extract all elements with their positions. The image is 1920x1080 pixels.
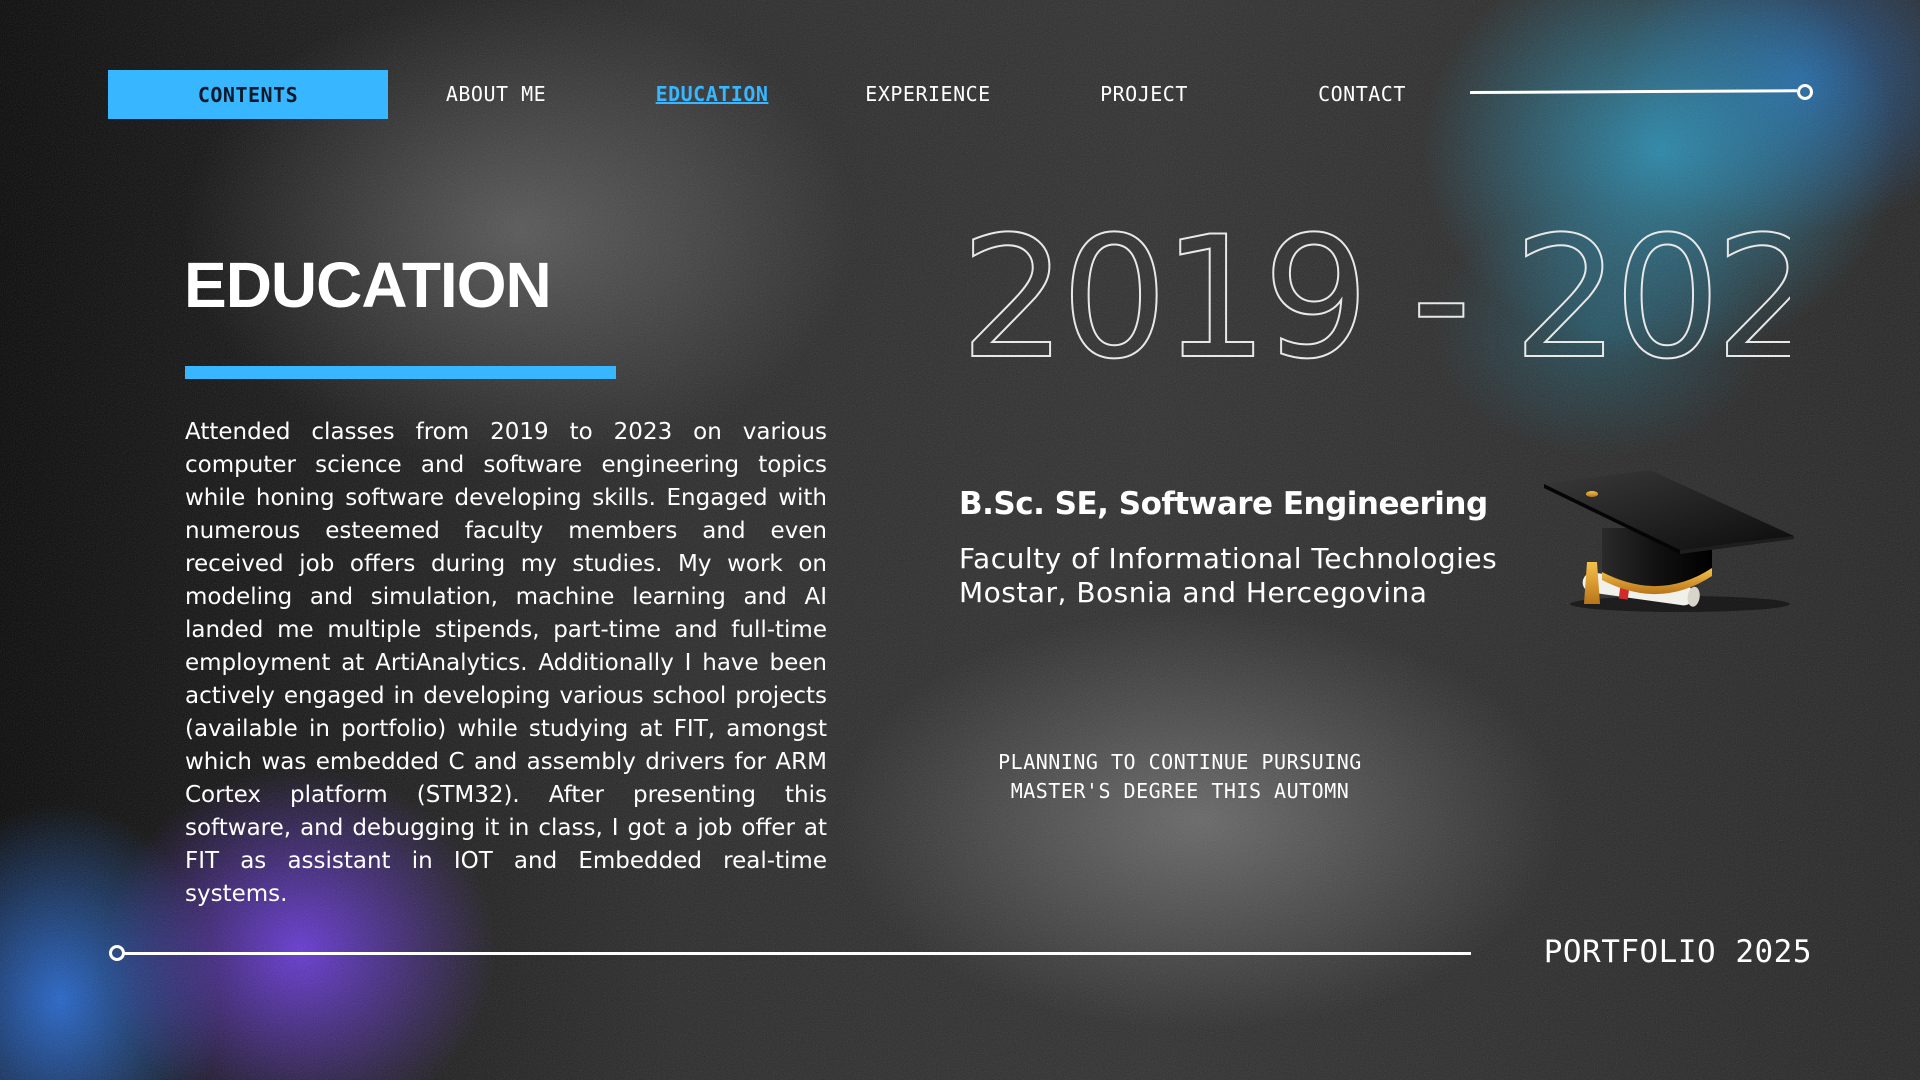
top-divider-dot	[1797, 84, 1813, 100]
page-title: EDUCATION	[184, 249, 552, 321]
bottom-divider-line	[124, 952, 1471, 955]
title-underline-bar	[185, 366, 616, 379]
faculty-name: Faculty of Informational Technologies	[959, 542, 1498, 575]
plan-line-1: PLANNING TO CONTINUE PURSUING	[998, 750, 1362, 774]
bottom-divider-dot	[109, 945, 125, 961]
faculty-location: Mostar, Bosnia and Hercegovina	[959, 576, 1428, 609]
top-divider-line	[1469, 89, 1798, 94]
masters-plan-note: PLANNING TO CONTINUE PURSUING MASTER'S D…	[960, 748, 1400, 806]
nav-tab-about-me[interactable]: ABOUT ME	[430, 82, 562, 106]
years-text: 2019 - 2023	[960, 220, 1790, 380]
nav-tab-experience[interactable]: EXPERIENCE	[858, 82, 998, 106]
nav-tab-project[interactable]: PROJECT	[1090, 82, 1198, 106]
education-description: Attended classes from 2019 to 2023 on va…	[185, 419, 827, 907]
faculty-info: Faculty of Informational Technologies Mo…	[959, 542, 1497, 610]
portfolio-slide: CONTENTS ABOUT ME EDUCATION EXPERIENCE P…	[0, 0, 1920, 1080]
degree-title: B.Sc. SE, Software Engineering	[959, 486, 1488, 522]
nav-tab-contents[interactable]: CONTENTS	[108, 70, 388, 119]
education-years: 2019 - 2023	[960, 220, 1790, 380]
graduation-cap-icon	[1544, 470, 1794, 612]
nav-tab-education[interactable]: EDUCATION	[640, 82, 784, 106]
plan-line-2: MASTER'S DEGREE THIS AUTOMN	[1010, 779, 1350, 803]
portfolio-footer: PORTFOLIO 2025	[1543, 934, 1812, 970]
nav-tab-contact[interactable]: CONTACT	[1306, 82, 1418, 106]
